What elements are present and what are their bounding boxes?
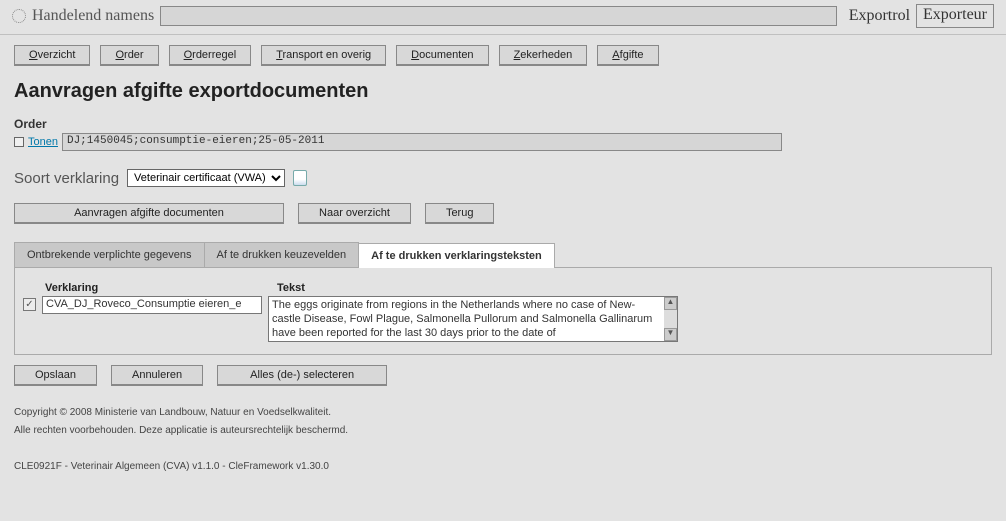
soort-verklaring-label: Soort verklaring [14,170,119,187]
loading-icon [12,9,26,23]
tab-ontbrekende[interactable]: Ontbrekende verplichte gegevens [14,242,205,267]
col-header-tekst: Tekst [277,282,983,294]
page-title: Aanvragen afgifte exportdocumenten [14,80,992,103]
terug-button[interactable]: Terug [425,203,495,224]
exportrol-label: Exportrol [849,7,910,25]
action-row: Aanvragen afgifte documenten Naar overzi… [14,203,992,224]
order-tonen-link[interactable]: Tonen [28,136,58,148]
menu-documenten-rest: ocumenten [419,49,473,61]
menu-orderregel[interactable]: Orderregel [169,45,252,66]
order-value-field[interactable]: DJ;1450045;consumptie-eieren;25-05-2011 [62,133,782,151]
menu-zekerheden-rest: ekerheden [520,49,572,61]
scrollbar[interactable]: ▲ ▼ [664,297,677,341]
acting-on-behalf-label: Handelend namens [32,7,154,25]
opslaan-button[interactable]: Opslaan [14,365,97,386]
document-icon[interactable] [293,170,307,186]
menu-order-rest: rder [124,49,144,61]
row-checkbox[interactable]: ✓ [23,298,36,311]
order-row: Tonen DJ;1450045;consumptie-eieren;25-05… [14,133,992,151]
order-heading: Order [14,117,1006,131]
menu-overzicht-rest: verzicht [38,49,76,61]
scroll-down-icon[interactable]: ▼ [664,328,677,341]
naar-overzicht-rest: aar overzicht [327,207,390,219]
main-menu: Overzicht Order Orderregel Transport en … [0,35,1006,74]
tekst-wrap: The eggs originate from regions in the N… [268,296,678,342]
menu-transport[interactable]: Transport en overig [261,45,386,66]
tab-verklaringsteksten[interactable]: Af te drukken verklaringsteksten [359,243,555,268]
verklaring-input[interactable]: CVA_DJ_Roveco_Consumptie eieren_e [42,296,262,314]
tab-keuzevelden[interactable]: Af te drukken keuzevelden [205,242,360,267]
soort-verklaring-row: Soort verklaring Veterinair certificaat … [14,169,992,187]
exportrol-value[interactable]: Exporteur [916,4,994,28]
menu-zekerheden[interactable]: Zekerheden [499,45,588,66]
aanvragen-button[interactable]: Aanvragen afgifte documenten [14,203,284,224]
footer-copyright: Copyright © 2008 Ministerie van Landbouw… [14,404,992,422]
grid-header: Verklaring Tekst [45,282,983,294]
bottom-buttons: Opslaan Annuleren Alles (de-) selecteren [14,365,992,386]
tab-body: Verklaring Tekst ✓ CVA_DJ_Roveco_Consump… [14,268,992,355]
menu-transport-rest: ransport en overig [283,49,372,61]
alles-selecteren-button[interactable]: Alles (de-) selecteren [217,365,387,386]
tabs: Ontbrekende verplichte gegevens Af te dr… [14,242,992,268]
footer-rights: Alle rechten voorbehouden. Deze applicat… [14,422,992,440]
scroll-up-icon[interactable]: ▲ [664,297,677,310]
menu-order[interactable]: Order [100,45,158,66]
col-header-verklaring: Verklaring [45,282,265,294]
annuleren-button[interactable]: Annuleren [111,365,203,386]
footer-version: CLE0921F - Veterinair Algemeen (CVA) v1.… [14,458,992,476]
order-toggle-icon[interactable] [14,137,24,147]
topbar: Handelend namens Exportrol Exporteur [0,0,1006,35]
tekst-textarea[interactable]: The eggs originate from regions in the N… [268,296,678,342]
soort-verklaring-select[interactable]: Veterinair certificaat (VWA) [127,169,285,187]
menu-orderregel-rest: rderregel [192,49,236,61]
acting-on-behalf-input[interactable] [160,6,837,26]
menu-overzicht[interactable]: Overzicht [14,45,90,66]
naar-overzicht-button[interactable]: Naar overzicht [298,203,411,224]
menu-afgifte-rest: fgifte [620,49,644,61]
table-row: ✓ CVA_DJ_Roveco_Consumptie eieren_e The … [23,296,983,342]
footer: Copyright © 2008 Ministerie van Landbouw… [14,404,992,476]
menu-afgifte[interactable]: Afgifte [597,45,658,66]
menu-documenten[interactable]: Documenten [396,45,488,66]
